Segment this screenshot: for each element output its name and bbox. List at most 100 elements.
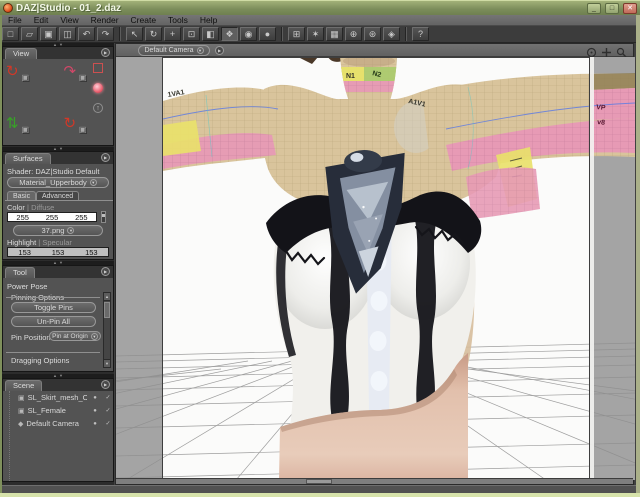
- chevron-down-icon: ▾: [89, 179, 97, 186]
- highlight-value-bar[interactable]: 153 153 153: [7, 247, 109, 257]
- new-file-button[interactable]: □: [2, 27, 19, 41]
- pin-position-dropdown[interactable]: Pin at Origin ▾: [49, 331, 101, 341]
- reset-view-icon[interactable]: ↑: [93, 103, 103, 113]
- material-dropdown[interactable]: Material_Upperbody ▾: [7, 177, 109, 188]
- menu-help[interactable]: Help: [194, 15, 223, 25]
- scroll-down-icon[interactable]: ▼: [104, 359, 110, 367]
- spot-render-tool-button[interactable]: ◉: [240, 27, 257, 41]
- viewport-flyout-button[interactable]: ▶: [215, 46, 224, 55]
- pan-view-icon[interactable]: [601, 45, 612, 57]
- render-button[interactable]: ●: [259, 27, 276, 41]
- surface-selection-tool-button[interactable]: ◧: [202, 27, 219, 41]
- visibility-eye-icon[interactable]: ●: [90, 408, 100, 414]
- view-panel-header: View ▶: [3, 47, 113, 59]
- scene-item-label: Default Camera: [26, 419, 79, 428]
- view-pan-tool[interactable]: ⇅ ▣: [6, 113, 31, 137]
- view-rotate-free-tool[interactable]: ↻ ▣: [63, 113, 88, 137]
- menu-bar: File Edit View Render Create Tools Help: [0, 15, 640, 26]
- surfaces-panel-header: Surfaces ▶: [3, 152, 113, 164]
- camera-selector-dropdown[interactable]: Default Camera ▾: [138, 45, 210, 56]
- scene-item-label: SL_Female: [27, 406, 66, 415]
- scene-3d: 1VA1 N1 N2 A1V1 VP v8: [0, 57, 640, 481]
- left-dock: ▲▼ View ▶ ↻▣ ↷▣ ↺▣ ⇅▣ ↻▣ ⇄▣ ↑ ▲▼ Su: [2, 43, 144, 485]
- group-border: [6, 297, 100, 298]
- toolbar-separator: [281, 27, 283, 41]
- shader-label: Shader: DAZ|Studio Default: [7, 167, 100, 176]
- dragging-options-label: Dragging Options: [11, 356, 70, 365]
- surfaces-flyout-button[interactable]: ▶: [101, 153, 110, 162]
- tab-scene[interactable]: Scene: [5, 380, 43, 391]
- orbit-view-icon[interactable]: [586, 45, 597, 58]
- menu-tools[interactable]: Tools: [162, 15, 194, 25]
- create-dformer-button[interactable]: ⊕: [345, 27, 362, 41]
- selectable-check-icon[interactable]: ✓: [103, 394, 113, 401]
- node-selection-tool-button[interactable]: ❖: [221, 27, 238, 41]
- scene-item-skirt[interactable]: ▣ SL_Skirt_mesh_OBJ ● ✓: [10, 391, 113, 404]
- label-v8: v8: [597, 119, 606, 127]
- viewport-canvas[interactable]: 1VA1 N1 N2 A1V1 VP v8: [0, 57, 640, 481]
- tab-view[interactable]: View: [5, 48, 38, 59]
- tab-surfaces[interactable]: Surfaces: [5, 153, 51, 164]
- scene-item-female[interactable]: ▣ SL_Female ● ✓: [10, 404, 113, 417]
- save-file-button[interactable]: ▣: [40, 27, 57, 41]
- viewport-pane: Default Camera ▾ ▶ 1VA1 N1 N2 A1V1 VP v8: [0, 43, 640, 485]
- tool-panel-header: Tool ▶: [3, 266, 113, 278]
- view-orbit-tool[interactable]: ↻ ▣: [6, 61, 31, 85]
- visibility-eye-icon[interactable]: ●: [90, 395, 100, 401]
- menu-file[interactable]: File: [2, 15, 28, 25]
- toolbar-separator: [119, 27, 121, 41]
- highlight-r-value: 153: [18, 247, 31, 257]
- menu-edit[interactable]: Edit: [28, 15, 55, 25]
- scrollbar-thumb[interactable]: [104, 302, 110, 318]
- tab-tool[interactable]: Tool: [5, 267, 35, 278]
- zoom-view-icon[interactable]: [616, 45, 627, 58]
- maximize-button[interactable]: □: [605, 2, 619, 14]
- window-bottom-border: [0, 493, 640, 497]
- redo-button[interactable]: ↷: [97, 27, 114, 41]
- create-camera-button[interactable]: ▦: [326, 27, 343, 41]
- scale-tool-button[interactable]: ⊡: [183, 27, 200, 41]
- pin-position-value: Pin at Origin: [52, 332, 88, 340]
- color-slider[interactable]: [101, 211, 106, 223]
- texture-dropdown[interactable]: 37.png ▾: [13, 225, 103, 236]
- create-prop-button[interactable]: ⊛: [364, 27, 381, 41]
- viewport-grip-handle[interactable]: [306, 479, 332, 484]
- create-null-button[interactable]: ⊞: [288, 27, 305, 41]
- translate-tool-button[interactable]: +: [164, 27, 181, 41]
- scene-panel: Scene ▶ ▣ SL_Skirt_mesh_OBJ ● ✓ ▣ SL_Fem…: [2, 378, 114, 482]
- scene-flyout-button[interactable]: ▶: [101, 380, 110, 389]
- help-button[interactable]: ?: [412, 27, 429, 41]
- minimize-button[interactable]: _: [587, 2, 601, 14]
- create-light-button[interactable]: ✶: [307, 27, 324, 41]
- surfaces-panel: Surfaces ▶ Shader: DAZ|Studio Default Ma…: [2, 151, 114, 260]
- menu-render[interactable]: Render: [85, 15, 125, 25]
- rotate-free-arrow-icon: ↻: [63, 115, 77, 132]
- scene-item-camera[interactable]: ◆ Default Camera ● ✓: [10, 417, 113, 430]
- aim-frame-icon[interactable]: [93, 63, 103, 73]
- color-value-bar[interactable]: 255 255 255: [7, 212, 97, 222]
- tool-flyout-button[interactable]: ▶: [101, 267, 110, 276]
- select-tool-button[interactable]: ↖: [126, 27, 143, 41]
- close-button[interactable]: ✕: [623, 2, 637, 14]
- record-dot-icon[interactable]: [93, 83, 103, 93]
- menu-view[interactable]: View: [54, 15, 84, 25]
- tool-scrollbar[interactable]: ▲ ▼: [103, 292, 111, 368]
- open-file-button[interactable]: ▱: [21, 27, 38, 41]
- visibility-eye-icon[interactable]: ●: [90, 421, 100, 427]
- view-flyout-button[interactable]: ▶: [101, 48, 110, 57]
- duplicate-button[interactable]: ◫: [59, 27, 76, 41]
- menu-create[interactable]: Create: [125, 15, 163, 25]
- view-bank-tool[interactable]: ↷ ▣: [63, 61, 88, 85]
- color-slider-thumb[interactable]: [102, 214, 105, 217]
- scroll-up-icon[interactable]: ▲: [104, 293, 110, 301]
- create-figure-button[interactable]: ◈: [383, 27, 400, 41]
- toggle-pins-button[interactable]: Toggle Pins: [11, 302, 96, 313]
- selectable-check-icon[interactable]: ✓: [103, 420, 113, 427]
- undo-button[interactable]: ↶: [78, 27, 95, 41]
- selectable-check-icon[interactable]: ✓: [103, 407, 113, 414]
- app-icon: [3, 3, 13, 13]
- rotate-tool-button[interactable]: ↻: [145, 27, 162, 41]
- title-bar[interactable]: DAZ|Studio - 01_2.daz _ □ ✕: [0, 0, 640, 15]
- material-dropdown-value: Material_Upperbody: [19, 178, 87, 187]
- unpin-all-button[interactable]: Un-Pin All: [11, 316, 96, 327]
